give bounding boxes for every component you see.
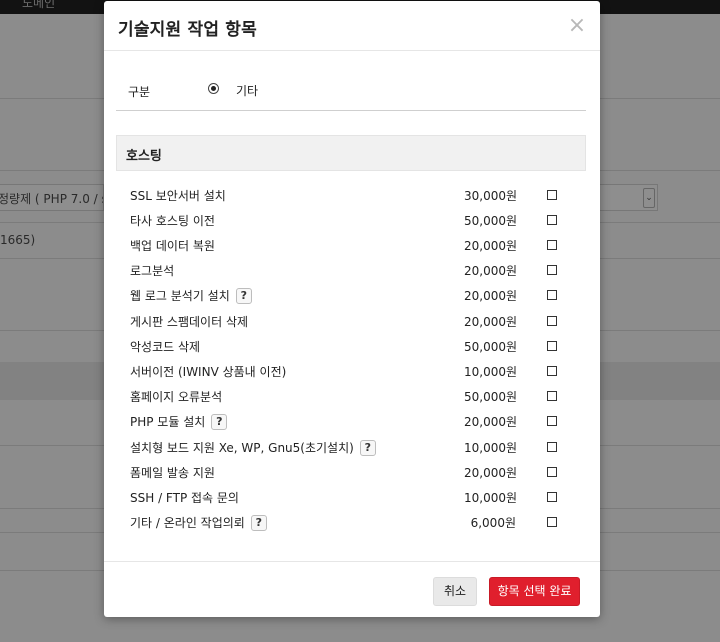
category-radio-etc[interactable] <box>208 83 219 94</box>
modal-footer: 취소 항목 선택 완료 <box>104 561 600 617</box>
support-item-label: 폼메일 발송 지원 <box>130 466 215 480</box>
background-plan-select: 정량제 ( PHP 7.0 / sa <box>0 184 104 211</box>
help-icon[interactable]: ? <box>235 287 252 304</box>
support-item-name: 백업 데이터 복원 <box>130 237 215 254</box>
support-item-name: 서버이전 (IWINV 상품내 이전) <box>130 363 286 380</box>
support-item-name: 홈페이지 오류분석 <box>130 388 222 405</box>
support-item-row: 로그분석 20,000원 <box>104 258 600 283</box>
support-item-label: 웹 로그 분석기 설치 <box>130 289 230 303</box>
support-item-name: 악성코드 삭제 <box>130 338 200 355</box>
support-item-price: 20,000원 <box>464 264 518 278</box>
category-row: 구분 기타 <box>116 73 586 111</box>
support-item-label: 설치형 보드 지원 Xe, WP, Gnu5(초기설치) <box>130 441 354 455</box>
help-icon[interactable]: ? <box>359 439 376 456</box>
support-item-price: 20,000원 <box>464 315 518 329</box>
support-item-name: SSL 보안서버 설치 <box>130 187 226 204</box>
support-item-label: 타사 호스팅 이전 <box>130 214 215 228</box>
support-item-name: 게시판 스팸데이터 삭제 <box>130 313 248 330</box>
tech-support-modal: 기술지원 작업 항목 × 구분 기타 호스팅 SSL 보안서버 설치 30,000… <box>104 1 600 617</box>
background-plan-select-value: 정량제 ( PHP 7.0 / sa <box>0 192 103 206</box>
support-item-price: 10,000원 <box>464 441 518 455</box>
support-item-price: 10,000원 <box>464 491 518 505</box>
modal-title: 기술지원 작업 항목 <box>118 20 257 40</box>
support-item-checkbox[interactable] <box>547 341 557 351</box>
support-item-name: 설치형 보드 지원 Xe, WP, Gnu5(초기설치)? <box>130 439 376 456</box>
support-item-row: 타사 호스팅 이전 50,000원 <box>104 208 600 233</box>
support-item-name: 기타 / 온라인 작업의뢰? <box>130 514 267 531</box>
support-item-row: 백업 데이터 복원 20,000원 <box>104 233 600 258</box>
section-header-hosting: 호스팅 <box>116 135 586 171</box>
support-item-row: 웹 로그 분석기 설치? 20,000원 <box>104 283 600 308</box>
support-item-price: 10,000원 <box>464 365 518 379</box>
support-item-row: 홈페이지 오류분석 50,000원 <box>104 384 600 409</box>
chevron-down-icon: ⌄ <box>643 188 655 208</box>
background-topbar-text: 도메인 <box>22 0 56 10</box>
support-item-row: PHP 모듈 설치? 20,000원 <box>104 409 600 434</box>
support-item-checkbox[interactable] <box>547 215 557 225</box>
cancel-button[interactable]: 취소 <box>433 577 477 606</box>
background-plan-select-end: ⌄ <box>598 184 658 211</box>
support-item-name: 로그분석 <box>130 262 174 279</box>
support-item-name: PHP 모듈 설치? <box>130 413 228 430</box>
support-item-label: 서버이전 (IWINV 상품내 이전) <box>130 365 287 379</box>
help-icon[interactable]: ? <box>250 514 267 531</box>
close-icon[interactable]: × <box>566 13 588 39</box>
support-item-price: 20,000원 <box>464 289 518 303</box>
support-item-checkbox[interactable] <box>547 190 557 200</box>
support-item-checkbox[interactable] <box>547 366 557 376</box>
support-item-price: 20,000원 <box>464 415 518 429</box>
support-item-price: 30,000원 <box>464 189 518 203</box>
support-item-price: 50,000원 <box>464 390 518 404</box>
support-item-row: 설치형 보드 지원 Xe, WP, Gnu5(초기설치)? 10,000원 <box>104 435 600 460</box>
support-item-checkbox[interactable] <box>547 442 557 452</box>
support-item-checkbox[interactable] <box>547 391 557 401</box>
support-item-price: 50,000원 <box>464 214 518 228</box>
support-item-name: 웹 로그 분석기 설치? <box>130 287 252 304</box>
support-item-label: 악성코드 삭제 <box>130 340 201 354</box>
support-item-checkbox[interactable] <box>547 265 557 275</box>
support-item-label: SSH / FTP 접속 문의 <box>130 491 239 505</box>
support-item-checkbox[interactable] <box>547 416 557 426</box>
support-item-price: 20,000원 <box>464 239 518 253</box>
support-item-price: 20,000원 <box>464 466 518 480</box>
support-item-checkbox[interactable] <box>547 492 557 502</box>
support-item-label: 백업 데이터 복원 <box>130 239 215 253</box>
support-item-row: 악성코드 삭제 50,000원 <box>104 334 600 359</box>
category-radio-label[interactable]: 기타 <box>236 82 258 99</box>
support-item-label: 게시판 스팸데이터 삭제 <box>130 315 249 329</box>
support-item-row: 기타 / 온라인 작업의뢰? 6,000원 <box>104 510 600 535</box>
support-item-row: SSL 보안서버 설치 30,000원 <box>104 183 600 208</box>
support-item-name: 폼메일 발송 지원 <box>130 464 215 481</box>
support-item-label: SSL 보안서버 설치 <box>130 189 226 203</box>
confirm-selection-button[interactable]: 항목 선택 완료 <box>489 577 580 606</box>
support-item-row: 폼메일 발송 지원 20,000원 <box>104 460 600 485</box>
support-item-checkbox[interactable] <box>547 467 557 477</box>
support-item-label: 로그분석 <box>130 264 175 278</box>
support-item-label: PHP 모듈 설치 <box>130 415 206 429</box>
support-item-price: 50,000원 <box>464 340 518 354</box>
section-title: 호스팅 <box>126 149 162 164</box>
support-item-row: 게시판 스팸데이터 삭제 20,000원 <box>104 309 600 334</box>
background-id-text: 1665) <box>0 233 36 247</box>
support-item-name: 타사 호스팅 이전 <box>130 212 215 229</box>
support-item-label: 홈페이지 오류분석 <box>130 390 223 404</box>
support-item-checkbox[interactable] <box>547 290 557 300</box>
support-item-row: SSH / FTP 접속 문의 10,000원 <box>104 485 600 510</box>
support-item-name: SSH / FTP 접속 문의 <box>130 489 239 506</box>
support-item-label: 기타 / 온라인 작업의뢰 <box>130 516 245 530</box>
help-icon[interactable]: ? <box>211 413 228 430</box>
support-item-checkbox[interactable] <box>547 517 557 527</box>
modal-header: 기술지원 작업 항목 × <box>104 1 600 51</box>
category-label: 구분 <box>128 85 151 99</box>
support-item-price: 6,000원 <box>470 516 516 530</box>
support-item-checkbox[interactable] <box>547 240 557 250</box>
support-item-checkbox[interactable] <box>547 316 557 326</box>
support-item-row: 서버이전 (IWINV 상품내 이전) 10,000원 <box>104 359 600 384</box>
